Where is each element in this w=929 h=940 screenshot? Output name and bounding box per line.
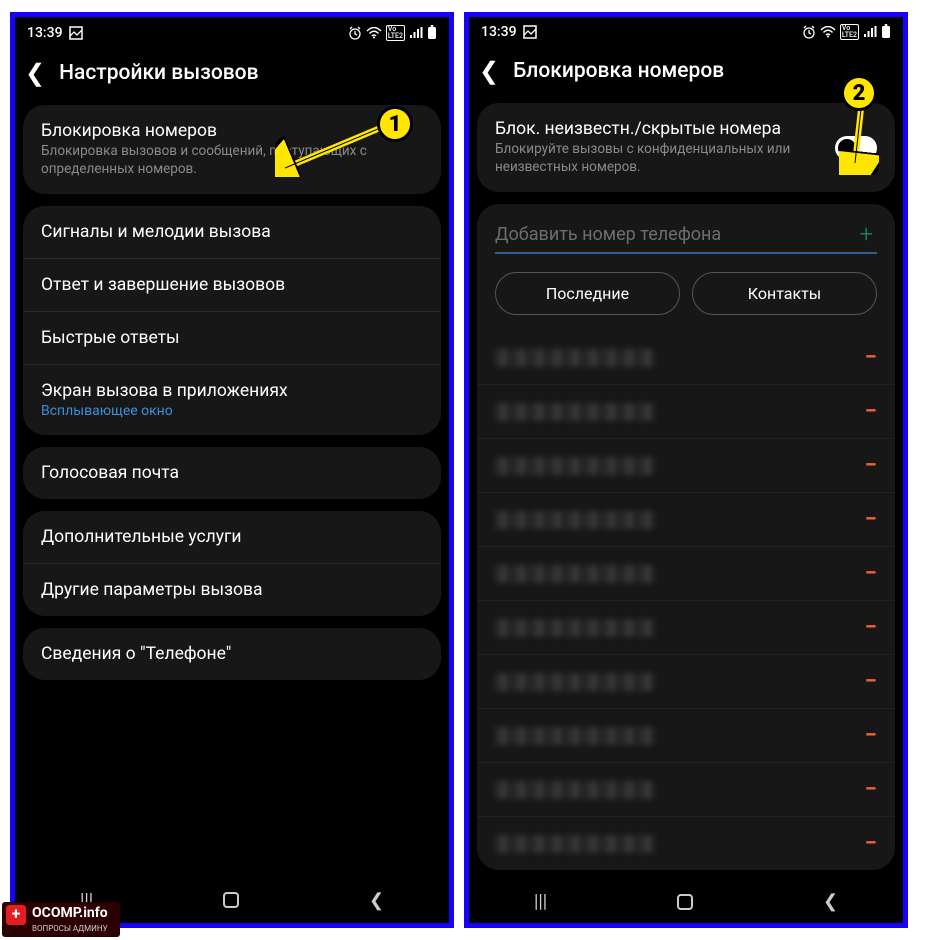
recent-button[interactable]: Последние	[495, 272, 680, 315]
remove-number-button[interactable]: −	[865, 777, 877, 802]
blocked-number-row: −	[477, 439, 895, 493]
annotation-arrow-2	[839, 105, 879, 175]
back-button[interactable]: ❮	[479, 57, 499, 85]
card-toggle: Блок. неизвестн./скрытые номера Блокируй…	[477, 103, 895, 192]
screenshot-icon	[523, 25, 537, 39]
item-answer-end[interactable]: Ответ и завершение вызовов	[23, 259, 441, 312]
blocked-number-blurred	[495, 511, 655, 529]
blocked-number-row: −	[477, 601, 895, 655]
status-time: 13:39	[481, 24, 517, 40]
status-icons: VoLTE2	[802, 24, 891, 40]
watermark: + OCOMP.info ВОПРОСЫ АДМИНУ	[2, 902, 120, 937]
contacts-button[interactable]: Контакты	[692, 272, 877, 315]
remove-number-button[interactable]: −	[865, 561, 877, 586]
watermark-plus-icon: +	[6, 905, 26, 925]
card-extras: Дополнительные услуги Другие параметры в…	[23, 511, 441, 616]
phone-left: 13:39 VoLTE2 ❮ Настройки вызовов Блокиро…	[10, 12, 454, 928]
remove-number-button[interactable]: −	[865, 723, 877, 748]
blocked-number-blurred	[495, 403, 655, 421]
card-numbers: Добавить номер телефона + Последние Конт…	[477, 204, 895, 870]
blocked-number-row: −	[477, 709, 895, 763]
blocked-number-blurred	[495, 727, 655, 745]
blocked-number-blurred	[495, 457, 655, 475]
phone-right: 13:39 VoLTE2 ❮ Блокировка номеров Блок. …	[464, 12, 908, 928]
volte-icon: VoLTE2	[386, 25, 405, 41]
item-other-params[interactable]: Другие параметры вызова	[23, 564, 441, 616]
blocked-number-row: −	[477, 331, 895, 385]
item-voicemail[interactable]: Голосовая почта	[23, 447, 441, 499]
status-bar: 13:39 VoLTE2	[469, 17, 903, 43]
status-time: 13:39	[27, 25, 63, 41]
nav-back[interactable]: ❮	[369, 890, 384, 911]
card-calls: Сигналы и мелодии вызова Ответ и заверше…	[23, 206, 441, 435]
header: ❮ Настройки вызовов	[15, 45, 449, 105]
add-number-button[interactable]: +	[855, 220, 877, 248]
wifi-icon	[366, 27, 382, 39]
item-ringtones[interactable]: Сигналы и мелодии вызова	[23, 206, 441, 259]
add-number-input[interactable]: Добавить номер телефона +	[495, 220, 877, 254]
nav-home[interactable]	[677, 894, 693, 910]
status-bar: 13:39 VoLTE2	[15, 17, 449, 45]
item-about[interactable]: Сведения о "Телефоне"	[23, 628, 441, 680]
blocked-number-row: −	[477, 655, 895, 709]
page-title: Настройки вызовов	[59, 61, 258, 85]
blocked-number-list: − − − − − − − − − −	[477, 331, 895, 870]
blocked-number-blurred	[495, 619, 655, 637]
blocked-number-blurred	[495, 835, 655, 853]
blocked-number-row: −	[477, 493, 895, 547]
remove-number-button[interactable]: −	[865, 345, 877, 370]
alarm-icon	[802, 25, 816, 39]
remove-number-button[interactable]: −	[865, 507, 877, 532]
annotation-arrow-1	[275, 122, 395, 177]
annotation-badge-2: 2	[841, 75, 877, 111]
remove-number-button[interactable]: −	[865, 399, 877, 424]
blocked-number-blurred	[495, 349, 655, 367]
status-icons: VoLTE2	[348, 25, 437, 41]
item-block-unknown[interactable]: Блок. неизвестн./скрытые номера Блокируй…	[477, 103, 895, 192]
nav-home[interactable]	[223, 892, 239, 908]
blocked-number-row: −	[477, 385, 895, 439]
battery-icon	[881, 24, 891, 39]
battery-icon	[427, 25, 437, 40]
nav-recent[interactable]: |||	[534, 891, 547, 912]
back-button[interactable]: ❮	[25, 59, 45, 87]
blocked-number-row: −	[477, 547, 895, 601]
item-extra-services[interactable]: Дополнительные услуги	[23, 511, 441, 564]
blocked-number-row: −	[477, 763, 895, 817]
item-quick-reply[interactable]: Быстрые ответы	[23, 312, 441, 365]
annotation-badge-1: 1	[377, 106, 413, 142]
remove-number-button[interactable]: −	[865, 831, 877, 856]
page-title: Блокировка номеров	[513, 59, 724, 83]
remove-number-button[interactable]: −	[865, 615, 877, 640]
blocked-number-blurred	[495, 781, 655, 799]
card-about: Сведения о "Телефоне"	[23, 628, 441, 680]
item-call-screen[interactable]: Экран вызова в приложениях Всплывающее о…	[23, 365, 441, 435]
remove-number-button[interactable]: −	[865, 453, 877, 478]
header: ❮ Блокировка номеров	[469, 43, 903, 103]
blocked-number-blurred	[495, 565, 655, 583]
nav-back[interactable]: ❮	[823, 891, 838, 912]
blocked-number-row: −	[477, 817, 895, 870]
navbar: ||| ❮	[469, 880, 903, 923]
wifi-icon	[820, 26, 836, 38]
signal-icon	[409, 27, 423, 39]
remove-number-button[interactable]: −	[865, 669, 877, 694]
blocked-number-blurred	[495, 673, 655, 691]
screenshot-icon	[69, 26, 83, 40]
signal-icon	[863, 26, 877, 38]
add-number-placeholder: Добавить номер телефона	[495, 224, 855, 245]
volte-icon: VoLTE2	[840, 24, 859, 40]
alarm-icon	[348, 26, 362, 40]
card-voicemail: Голосовая почта	[23, 447, 441, 499]
